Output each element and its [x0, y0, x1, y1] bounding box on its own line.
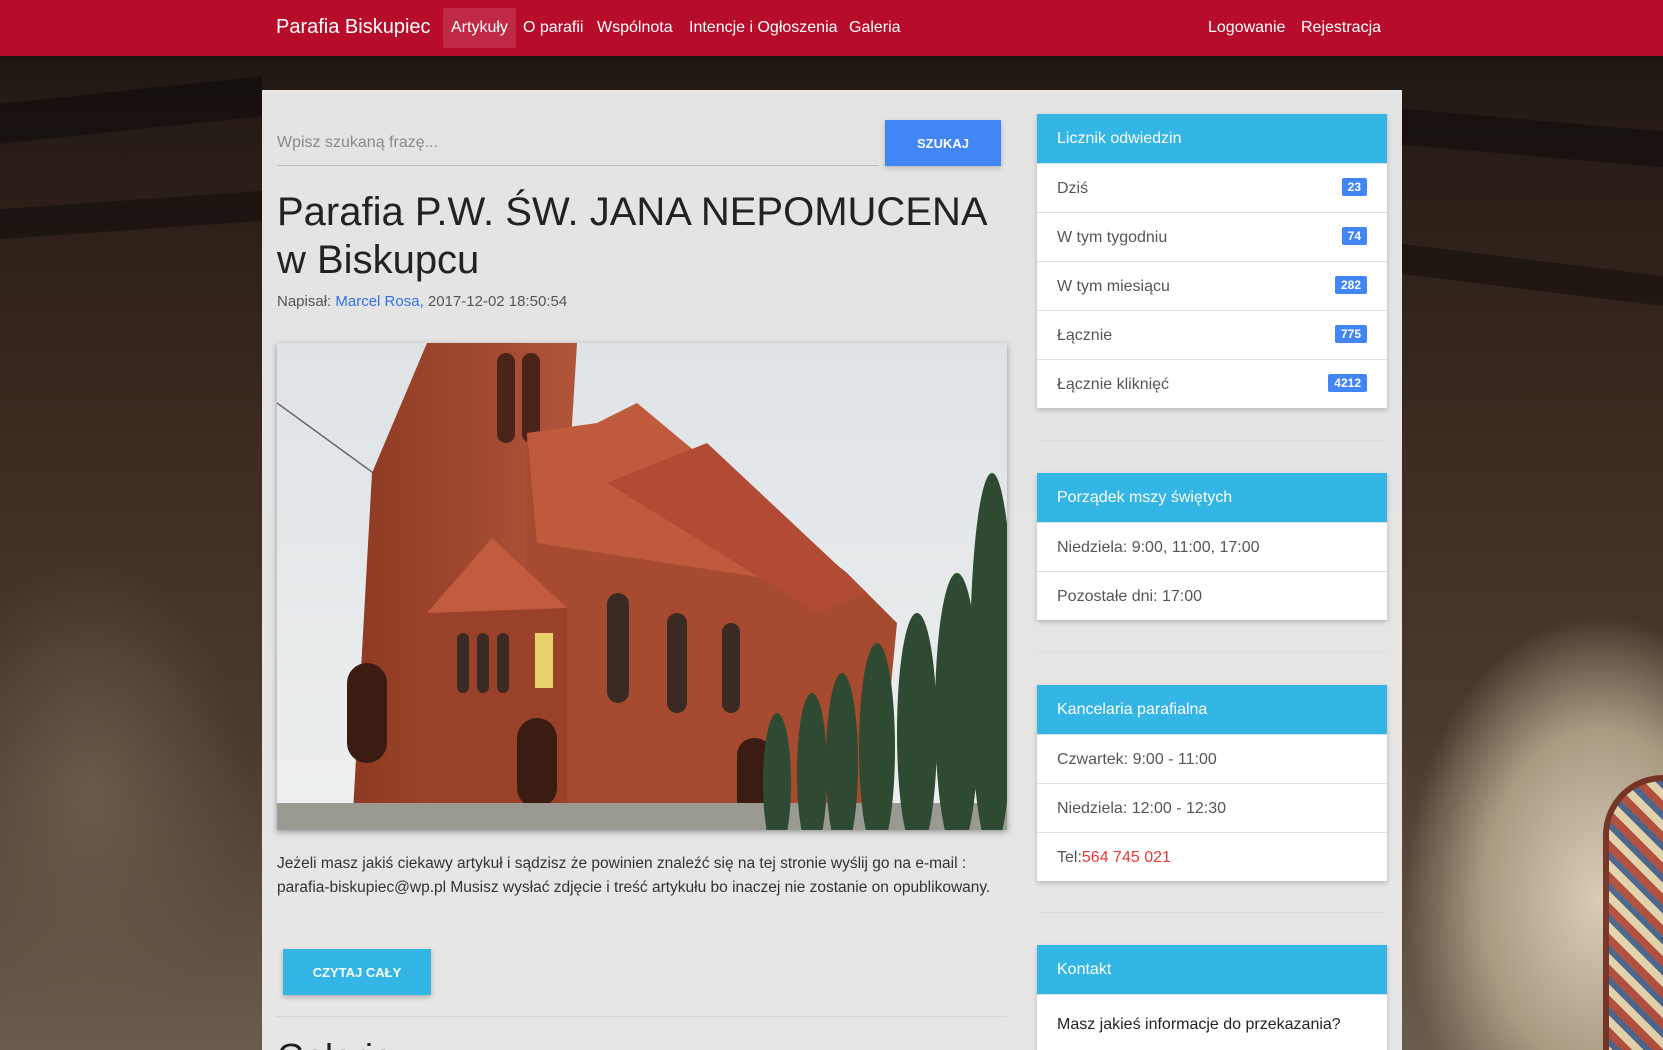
- nav-item-intencje[interactable]: Intencje i Ogłoszenia: [681, 8, 846, 48]
- visits-widget: Licznik odwiedzin Dziś 23 W tym tygodniu…: [1037, 114, 1387, 408]
- search-button[interactable]: SZUKAJ: [885, 120, 1001, 166]
- visits-count-badge: 4212: [1328, 374, 1367, 392]
- visits-count-badge: 775: [1334, 325, 1367, 343]
- office-phone-row: Tel:564 745 021: [1037, 832, 1387, 881]
- office-hours-row: Niedziela: 12:00 - 12:30: [1037, 783, 1387, 832]
- visits-row: Łącznie 775: [1037, 310, 1387, 359]
- gallery-section-title: Galeria: [277, 1036, 393, 1050]
- author-link[interactable]: Marcel Rosa,: [335, 293, 423, 310]
- register-link[interactable]: Rejestracja: [1293, 8, 1389, 48]
- read-more-button[interactable]: CZYTAJ CAŁY: [283, 949, 431, 995]
- search-input[interactable]: [277, 120, 879, 166]
- meta-prefix: Napisał:: [277, 293, 332, 310]
- contact-widget-title: Kontakt: [1037, 945, 1387, 994]
- sidebar-divider: [1037, 440, 1387, 441]
- phone-label: Tel:: [1057, 849, 1082, 866]
- nav-item-wspolnota[interactable]: Wspólnota: [589, 8, 681, 48]
- contact-prompt: Masz jakieś informacje do przekazania?: [1037, 994, 1387, 1043]
- parish-office-title: Kancelaria parafialna: [1037, 685, 1387, 734]
- nav-item-artykuly[interactable]: Artykuły: [443, 8, 516, 48]
- main-panel: SZUKAJ Parafia P.W. ŚW. JANA NEPOMUCENA …: [262, 90, 1402, 1050]
- visits-count-badge: 74: [1341, 227, 1367, 245]
- article-photo[interactable]: [277, 343, 1007, 830]
- contact-widget: Kontakt Masz jakieś informacje do przeka…: [1037, 945, 1387, 1050]
- article-excerpt: Jeżeli masz jakiś ciekawy artykuł i sądz…: [277, 855, 991, 896]
- nav-item-galeria[interactable]: Galeria: [841, 8, 909, 48]
- sidebar-divider: [1037, 912, 1387, 913]
- article-title[interactable]: Parafia P.W. ŚW. JANA NEPOMUCENA w Bisku…: [277, 188, 1007, 284]
- office-hours-row: Czwartek: 9:00 - 11:00: [1037, 734, 1387, 783]
- parish-office-widget: Kancelaria parafialna Czwartek: 9:00 - 1…: [1037, 685, 1387, 881]
- mass-schedule-widget: Porządek mszy świętych Niedziela: 9:00, …: [1037, 473, 1387, 620]
- visits-count-badge: 23: [1341, 178, 1367, 196]
- sidebar-divider: [1037, 652, 1387, 653]
- visits-row-label: Łącznie kliknięć: [1057, 376, 1170, 393]
- visits-widget-title: Licznik odwiedzin: [1037, 114, 1387, 163]
- nav-item-o-parafii[interactable]: O parafii: [515, 8, 591, 48]
- article-date: 2017-12-02 18:50:54: [427, 293, 568, 310]
- phone-link[interactable]: 564 745 021: [1082, 849, 1171, 866]
- mass-schedule-row: Niedziela: 9:00, 11:00, 17:00: [1037, 522, 1387, 571]
- visits-row: Łącznie kliknięć 4212: [1037, 359, 1387, 408]
- content-divider: [277, 1016, 1007, 1017]
- visits-row: W tym miesiącu 282: [1037, 261, 1387, 310]
- visits-row: Dziś 23: [1037, 163, 1387, 212]
- visits-row-label: Łącznie: [1057, 327, 1113, 344]
- mass-schedule-row: Pozostałe dni: 17:00: [1037, 571, 1387, 620]
- visits-row-label: W tym tygodniu: [1057, 229, 1168, 246]
- stained-glass-window: [1603, 775, 1663, 1050]
- login-link[interactable]: Logowanie: [1200, 8, 1293, 48]
- visits-row-label: W tym miesiącu: [1057, 278, 1170, 295]
- visits-row-label: Dziś: [1057, 180, 1089, 197]
- top-navbar: Parafia Biskupiec Artykuły O parafii Wsp…: [0, 0, 1663, 56]
- mass-schedule-title: Porządek mszy świętych: [1037, 473, 1387, 522]
- visits-count-badge: 282: [1334, 276, 1367, 294]
- article-meta: Napisał: Marcel Rosa, 2017-12-02 18:50:5…: [277, 293, 567, 310]
- visits-row: W tym tygodniu 74: [1037, 212, 1387, 261]
- site-brand[interactable]: Parafia Biskupiec: [276, 16, 431, 39]
